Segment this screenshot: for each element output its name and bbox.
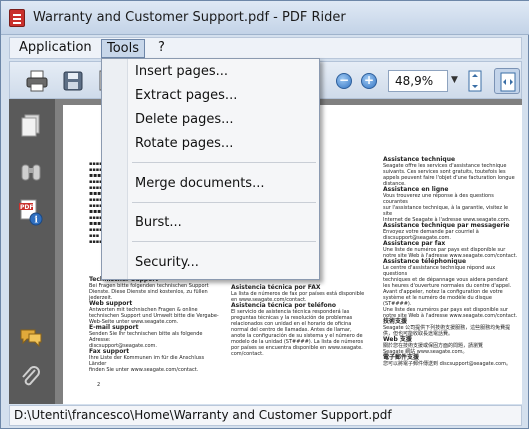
col3-line-20: système et le numéro de modèle du disque… <box>383 295 492 307</box>
attachment-icon[interactable] <box>19 365 43 391</box>
menu-extract-pages[interactable]: Extract pages... <box>135 88 237 103</box>
sidebar: PDF i <box>9 99 55 404</box>
menu-separator <box>132 202 316 203</box>
col1-line-3: Web support <box>89 300 133 307</box>
zoom-out-icon[interactable]: − <box>336 73 352 89</box>
col3-line-30: 您可以將電子郵件傳送到 discsupport@seagate.com。 <box>383 361 511 367</box>
text-column-1: Technischer Support Bei Fragen bitte fol… <box>89 277 219 374</box>
menu-separator <box>132 241 316 242</box>
pdf-rider-app-icon <box>9 9 25 27</box>
zoom-dropdown-arrow-icon[interactable]: ▼ <box>451 75 458 85</box>
save-icon[interactable] <box>60 68 86 94</box>
col1-line-8: Senden Sie Ihr technischen bitte als fol… <box>89 331 203 343</box>
menu-separator <box>132 162 316 163</box>
comments-icon[interactable] <box>19 325 43 351</box>
page-number: 2 <box>97 382 101 388</box>
pages-icon[interactable] <box>19 113 43 139</box>
col3-line-5: Assistance en ligne <box>383 186 449 193</box>
status-bar-path: D:\Utenti\francesco\Home\Warranty and Cu… <box>9 405 522 426</box>
col3-line-16: Le centre d'assistance technique répond … <box>383 265 496 277</box>
print-icon[interactable] <box>24 68 50 94</box>
col3-line-7: sur l'assistance technique, à la garanti… <box>383 205 509 217</box>
fit-width-icon[interactable] <box>494 68 520 94</box>
menu-security[interactable]: Security... <box>135 255 199 270</box>
menu-rotate-pages[interactable]: Rotate pages... <box>135 136 233 151</box>
col1-line-7: E-mail support <box>89 324 139 331</box>
fit-page-icon[interactable] <box>462 68 488 94</box>
col3-line-6: Vous trouverez une réponse à des questio… <box>383 193 494 205</box>
title-bar: Warranty and Customer Support.pdf - PDF … <box>1 1 529 35</box>
col3-line-23: 技術支援 <box>383 318 408 325</box>
tools-menu-dropdown: Insert pages... Extract pages... Delete … <box>101 58 320 280</box>
text-column-3: Assistance technique Seagate offre les s… <box>383 156 518 368</box>
col1-line-11: Ihre Liste der Kommunen im für die Ansch… <box>89 355 205 367</box>
pdf-info-icon[interactable]: PDF i <box>19 199 43 226</box>
col1-line-10: Fax support <box>89 348 130 355</box>
col1-line-12: finden Sie unter www.seagate.com/contact… <box>89 367 199 373</box>
menu-icon-gutter <box>102 59 128 279</box>
menu-tools[interactable]: Tools <box>101 39 146 58</box>
menu-burst[interactable]: Burst... <box>135 215 182 230</box>
col3-line-15: Assistance téléphonique <box>383 258 467 265</box>
menu-delete-pages[interactable]: Delete pages... <box>135 112 233 127</box>
col3-line-29: 電子郵件支援 <box>383 354 420 361</box>
col3-line-12: Assistance par fax <box>383 240 446 247</box>
menu-bar: Application Tools ? <box>9 37 522 59</box>
menu-application[interactable]: Application <box>14 39 97 58</box>
svg-text:i: i <box>35 216 39 226</box>
menu-insert-pages[interactable]: Insert pages... <box>135 64 228 79</box>
col2-line-0: Asistencia técnica por FAX <box>231 284 321 291</box>
zoom-input[interactable]: 48,9% <box>388 70 448 92</box>
col3-line-0: Assistance technique <box>383 156 456 163</box>
col2-line-3: Asistencia técnica por teléfono <box>231 302 336 309</box>
col3-line-9: Assistance technique par messagerie <box>383 222 510 229</box>
window-title: Warranty and Customer Support.pdf - PDF … <box>33 10 346 25</box>
binoculars-icon[interactable] <box>19 159 43 185</box>
menu-help[interactable]: ? <box>153 39 170 58</box>
zoom-in-icon[interactable]: + <box>361 73 377 89</box>
menu-merge-documents[interactable]: Merge documents... <box>135 176 264 191</box>
col2-line-11: com/contact. <box>231 351 264 357</box>
svg-text:PDF: PDF <box>20 204 33 211</box>
text-column-2: Asistencia técnica por FAX La lista de n… <box>231 284 367 358</box>
col3-line-26: Web 支援 <box>383 336 412 343</box>
app-window: Warranty and Customer Support.pdf - PDF … <box>0 0 529 429</box>
